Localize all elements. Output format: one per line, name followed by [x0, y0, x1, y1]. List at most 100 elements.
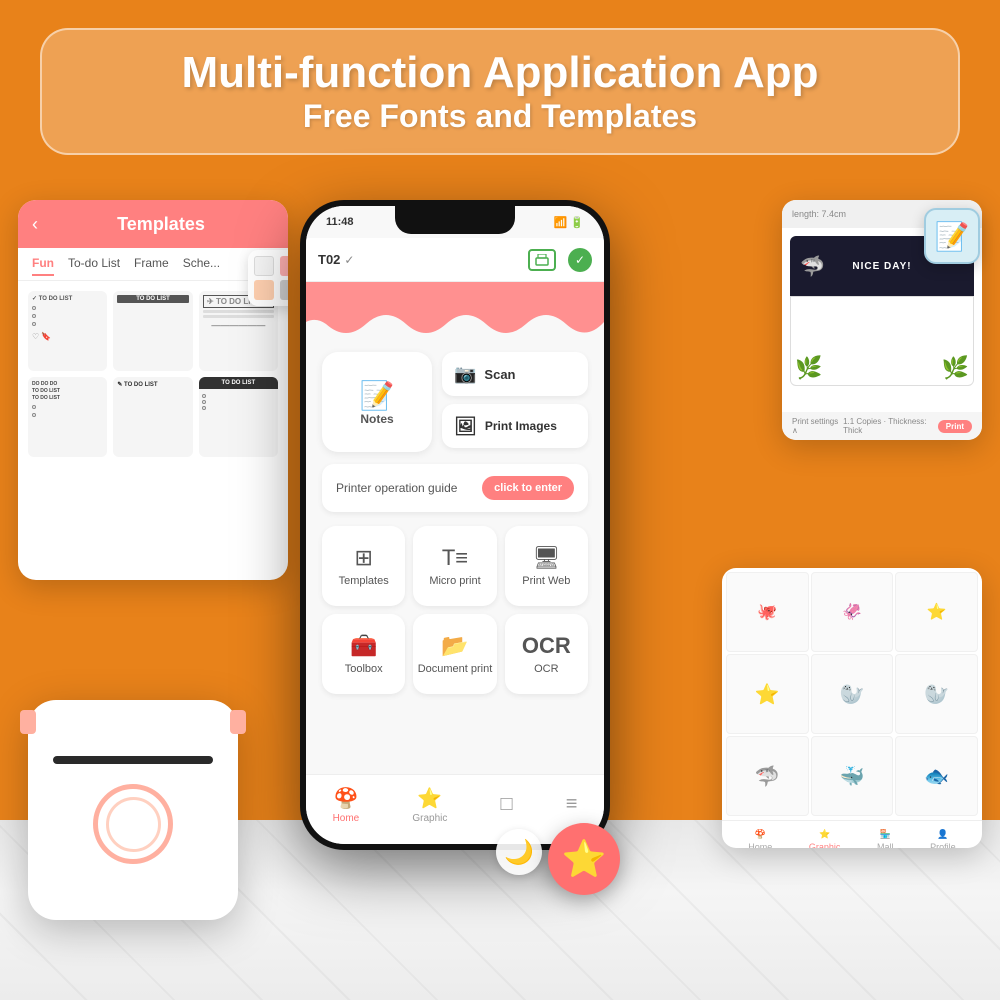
- header-subtitle: Free Fonts and Templates: [72, 98, 928, 135]
- printer-button[interactable]: [93, 784, 173, 864]
- color-swatch-peach[interactable]: [254, 280, 274, 300]
- sticker-5[interactable]: 🦭: [811, 654, 894, 734]
- sticker-2[interactable]: 🦑: [811, 572, 894, 652]
- color-swatch-pink[interactable]: [280, 256, 288, 276]
- ocr-icon-item[interactable]: OCR OCR: [505, 614, 588, 694]
- phone-notch: [395, 206, 515, 234]
- document-print-icon-item[interactable]: 📂 Document print: [413, 614, 496, 694]
- color-picker: [248, 250, 288, 306]
- sticker-bottom-nav: 🍄 Home ⭐ Graphic 🏪 Mall 👤 Profile: [722, 820, 982, 848]
- tab-todo[interactable]: To-do List: [68, 256, 120, 276]
- printer-tab-right-top: [230, 710, 246, 734]
- sticker-1[interactable]: 🐙: [726, 572, 809, 652]
- tab-frame[interactable]: Frame: [134, 256, 169, 276]
- sticker-7[interactable]: 🦈: [726, 736, 809, 816]
- templates-icon-item[interactable]: ⊞ Templates: [322, 526, 405, 606]
- templates-icon-label: Templates: [339, 575, 389, 587]
- template-6[interactable]: TO DO LIST: [199, 377, 278, 457]
- corner-decor-left: 🌿: [795, 355, 822, 381]
- header-banner: Multi-function Application App Free Font…: [40, 28, 960, 155]
- home-label: Home: [333, 813, 360, 824]
- top-row: 📝 Notes 📷 Scan 🖼 Print Images: [322, 352, 588, 452]
- print-images-card[interactable]: 🖼 Print Images: [442, 404, 588, 448]
- sticker-home-icon: 🍄: [755, 829, 766, 840]
- bottom-nav-home[interactable]: 🍄 Home: [333, 786, 360, 824]
- back-icon[interactable]: ‹: [32, 214, 38, 235]
- star-badge[interactable]: ⭐: [548, 823, 620, 895]
- tab-fun[interactable]: Fun: [32, 256, 54, 276]
- sticker-nav-profile[interactable]: 👤 Profile: [930, 829, 956, 848]
- printer-guide: Printer operation guide click to enter: [322, 464, 588, 512]
- sticker-profile-icon: 👤: [937, 829, 948, 840]
- sticker-home-label: Home: [748, 842, 772, 848]
- scan-card[interactable]: 📷 Scan: [442, 352, 588, 396]
- edit-icon-badge[interactable]: 📝: [924, 208, 980, 264]
- notes-card[interactable]: 📝 Notes: [322, 352, 432, 452]
- template-1[interactable]: ✓ TO DO LIST ♡ 🔖: [28, 291, 107, 371]
- sticker-profile-label: Profile: [930, 842, 956, 848]
- nav-label: T02: [318, 252, 340, 267]
- micro-print-icon-item[interactable]: T≡ Micro print: [413, 526, 496, 606]
- color-swatch-white[interactable]: [254, 256, 274, 276]
- square-icon: □: [501, 793, 513, 816]
- document-print-icon: 📂: [441, 633, 468, 659]
- phone-frame: 11:48 📶 🔋 T02 ✓ ✓: [300, 200, 610, 850]
- status-time: 11:48: [326, 216, 354, 228]
- nav-check-small: ✓: [344, 253, 354, 267]
- nice-day-label: NICE DAY!: [852, 261, 911, 272]
- notes-icon: 📝: [360, 379, 395, 412]
- sticker-9[interactable]: 🐟: [895, 736, 978, 816]
- bars-icon: ≡: [566, 793, 578, 816]
- sticker-6[interactable]: 🦭: [895, 654, 978, 734]
- template-2[interactable]: TO DO LIST: [113, 291, 192, 371]
- sticker-graphic-label: Graphic: [809, 842, 841, 848]
- print-web-icon: 🖥: [532, 545, 560, 571]
- wave-decoration: [306, 282, 604, 352]
- sticker-3[interactable]: ⭐: [895, 572, 978, 652]
- header-title: Multi-function Application App: [72, 48, 928, 98]
- color-swatch-gray[interactable]: [280, 280, 288, 300]
- print-button[interactable]: Print: [938, 420, 972, 433]
- micro-print-label: Micro print: [429, 575, 480, 587]
- bottom-nav-bars[interactable]: ≡: [566, 793, 578, 816]
- template-4[interactable]: DO DO DO TO DO LIST TO DO LIST: [28, 377, 107, 457]
- home-icon: 🍄: [333, 786, 358, 811]
- app-content: 📝 Notes 📷 Scan 🖼 Print Images: [306, 336, 604, 718]
- phone-container: 11:48 📶 🔋 T02 ✓ ✓: [300, 200, 610, 850]
- printer-slot: [53, 756, 213, 764]
- sticker-mall-icon: 🏪: [880, 829, 891, 840]
- sticker-nav-mall[interactable]: 🏪 Mall: [877, 829, 894, 848]
- templates-title: Templates: [48, 214, 274, 235]
- templates-header: ‹ Templates: [18, 200, 288, 248]
- printer-tab-left-top: [20, 710, 36, 734]
- sticker-panel: 🐙 🦑 ⭐ ⭐ 🦭 🦭 🦈 🐳 🐟 🍄 Home ⭐ Graphic 🏪 Mal…: [722, 568, 982, 848]
- print-settings-label: Print settings ∧: [792, 417, 839, 435]
- toolbox-icon: 🧰: [350, 633, 377, 659]
- toolbox-icon-item[interactable]: 🧰 Toolbox: [322, 614, 405, 694]
- template-5[interactable]: ✎ TO DO LIST: [113, 377, 192, 457]
- tab-schedule[interactable]: Sche...: [183, 256, 220, 276]
- click-to-enter-btn[interactable]: click to enter: [482, 476, 574, 500]
- notes-footer-bar: Print settings ∧ 1.1 Copies · Thickness:…: [782, 412, 982, 440]
- status-icons: 📶 🔋: [554, 216, 584, 229]
- print-images-label: Print Images: [485, 419, 557, 433]
- sticker-8[interactable]: 🐳: [811, 736, 894, 816]
- print-icon[interactable]: [528, 249, 556, 271]
- scan-label: Scan: [484, 367, 515, 382]
- printer-device: [28, 700, 238, 920]
- bottom-nav-square[interactable]: □: [501, 793, 513, 816]
- scan-print-column: 📷 Scan 🖼 Print Images: [442, 352, 588, 452]
- moon-badge: 🌙: [496, 829, 542, 875]
- printer-button-inner: [106, 797, 161, 852]
- print-web-icon-item[interactable]: 🖥 Print Web: [505, 526, 588, 606]
- print-images-icon: 🖼: [454, 416, 477, 437]
- bottom-nav-graphic[interactable]: ⭐ Graphic: [412, 786, 447, 824]
- sticker-4[interactable]: ⭐: [726, 654, 809, 734]
- sticker-nav-graphic[interactable]: ⭐ Graphic: [809, 829, 841, 848]
- scan-icon: 📷: [454, 364, 476, 385]
- sticker-nav-home[interactable]: 🍄 Home: [748, 829, 772, 848]
- notes-body: 🌿 🌿: [790, 296, 974, 386]
- templates-grid-icon: ⊞: [354, 545, 372, 571]
- sticker-grid: 🐙 🦑 ⭐ ⭐ 🦭 🦭 🦈 🐳 🐟: [722, 568, 982, 820]
- check-icon[interactable]: ✓: [568, 248, 592, 272]
